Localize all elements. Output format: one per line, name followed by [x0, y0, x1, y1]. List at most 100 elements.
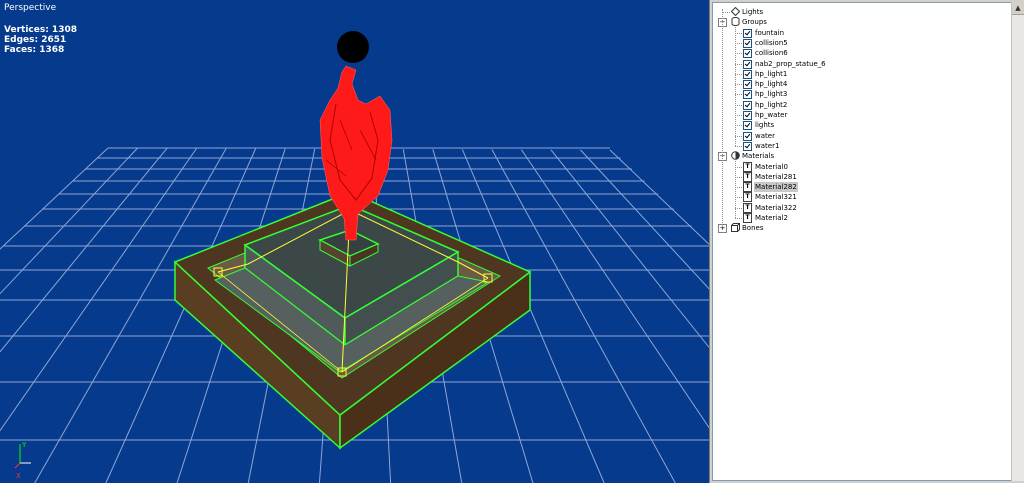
tree-guide-line [735, 187, 742, 189]
group-item-label: hp_light4 [755, 80, 788, 89]
vertex-count: Vertices: 1308 [4, 25, 77, 35]
tree-item-material[interactable]: T Material281 [713, 171, 1009, 182]
tree-item-group[interactable]: nab2_prop_statue_6 [713, 59, 1009, 69]
tree-item-group[interactable]: hp_light2 [713, 100, 1009, 110]
grid-line [580, 149, 709, 290]
scroll-up-button[interactable]: ▲ [1012, 2, 1024, 15]
group-item-label: nab2_prop_statue_6 [755, 59, 826, 68]
tree-guide-line [735, 27, 736, 146]
group-item-label: hp_light1 [755, 69, 788, 78]
group-item-label: hp_light3 [755, 90, 788, 99]
group-item-label: water [755, 131, 775, 140]
tree-guide-line [735, 197, 742, 199]
tree-guide-line [735, 53, 742, 55]
material-item-label: Material281 [755, 172, 797, 181]
visibility-checkbox[interactable] [743, 141, 752, 151]
tree-item-group[interactable]: water [713, 131, 1009, 141]
material-item-label: Material0 [755, 162, 788, 171]
tree-item-group[interactable]: collision6 [713, 48, 1009, 59]
tree-guide-line [735, 42, 742, 44]
tree-item-group[interactable]: collision5 [713, 38, 1009, 48]
tree-guide-line [722, 9, 723, 227]
group-item-label: hp_light2 [755, 100, 788, 109]
tree-guide-line [735, 84, 742, 86]
tree-guide-line [722, 12, 730, 13]
tree-guide-line [735, 145, 742, 147]
tree-guide-line [735, 73, 742, 75]
tree-item-group[interactable]: lights [713, 120, 1009, 131]
3d-viewport[interactable]: Y X Perspective Vertices: 1308 Edges: 26… [0, 0, 710, 483]
tree-guide-line [735, 218, 742, 219]
grid-line [520, 149, 709, 429]
material-item-label: Material282 [754, 182, 798, 193]
face-count: Faces: 1368 [4, 45, 65, 55]
group-cylinder-icon [731, 17, 740, 27]
tree-guide-line [735, 104, 742, 106]
tree-item-material[interactable]: T Material282 [713, 182, 1009, 193]
visibility-checkbox[interactable] [743, 121, 752, 131]
texture-icon: T [743, 213, 752, 223]
tree-item-group[interactable]: hp_water [713, 110, 1009, 120]
visibility-checkbox[interactable] [743, 80, 752, 90]
fountain-model [173, 31, 532, 450]
edge-count: Edges: 2651 [4, 35, 67, 45]
tree-guide-line [735, 63, 742, 65]
grid-line [0, 147, 109, 250]
tree-item-material[interactable]: T Material321 [713, 192, 1009, 203]
visibility-checkbox[interactable] [743, 131, 752, 141]
texture-icon: T [743, 171, 752, 182]
tree-item-group[interactable]: fountain [713, 28, 1009, 38]
grid-line [0, 147, 168, 353]
tree-item-group[interactable]: hp_light3 [713, 89, 1009, 100]
group-item-label: collision5 [755, 38, 788, 47]
grid-line [550, 149, 709, 349]
tree-node-lights-label: Lights [742, 8, 764, 16]
tree-node-groups[interactable]: − Groups [713, 17, 1009, 28]
grid-line [609, 149, 709, 245]
visibility-checkbox[interactable] [743, 59, 752, 69]
tree-guide-line [735, 166, 742, 168]
tree-item-material[interactable]: T Material322 [713, 202, 1009, 213]
tree-item-group[interactable]: hp_light4 [713, 79, 1009, 90]
texture-icon: T [743, 161, 752, 172]
scene-tree-panel: Lights − Groups fountain collision5 collision… [712, 2, 1012, 481]
tree-item-group[interactable]: hp_light1 [713, 69, 1009, 79]
tree-guide-line [735, 161, 736, 218]
grid-line [0, 147, 138, 295]
tree-node-materials-label: Materials [742, 152, 775, 161]
texture-icon: T [743, 182, 752, 193]
visibility-checkbox[interactable] [743, 69, 752, 79]
tree-node-groups-label: Groups [742, 18, 767, 27]
statue-orb [337, 31, 369, 63]
visibility-checkbox[interactable] [743, 38, 752, 48]
material-item-label: Material2 [755, 214, 788, 222]
visibility-checkbox[interactable] [743, 100, 752, 110]
texture-icon: T [743, 202, 752, 213]
tree-guide-line [735, 94, 742, 96]
visibility-checkbox[interactable] [743, 90, 752, 100]
vertical-scrollbar[interactable]: ▲ [1011, 2, 1024, 481]
tree-node-lights[interactable]: Lights [713, 7, 1009, 17]
tree-guide-line [735, 115, 742, 116]
light-diamond-icon [731, 7, 740, 16]
material-item-label: Material321 [755, 193, 797, 202]
viewport-title: Perspective [4, 3, 57, 13]
bones-cube-icon [731, 223, 740, 233]
visibility-checkbox[interactable] [743, 28, 752, 38]
scene-canvas[interactable]: Y X [0, 0, 709, 483]
group-item-label: collision6 [755, 49, 788, 58]
svg-text:X: X [16, 472, 21, 480]
visibility-checkbox[interactable] [743, 49, 752, 59]
svg-text:Y: Y [21, 441, 27, 449]
tree-node-materials[interactable]: − Materials [713, 151, 1009, 162]
tree-item-material[interactable]: T Material0 [713, 161, 1009, 172]
tree-guide-line [735, 176, 742, 178]
tree-node-bones[interactable]: + Bones [713, 223, 1009, 234]
group-item-label: water1 [755, 141, 780, 150]
tree-item-group[interactable]: water1 [713, 141, 1009, 151]
tree-item-material[interactable]: T Material2 [713, 213, 1009, 223]
axis-gizmo: Y X [14, 441, 31, 480]
visibility-checkbox[interactable] [743, 111, 752, 120]
group-item-label: lights [755, 121, 775, 130]
texture-icon: T [743, 192, 752, 203]
